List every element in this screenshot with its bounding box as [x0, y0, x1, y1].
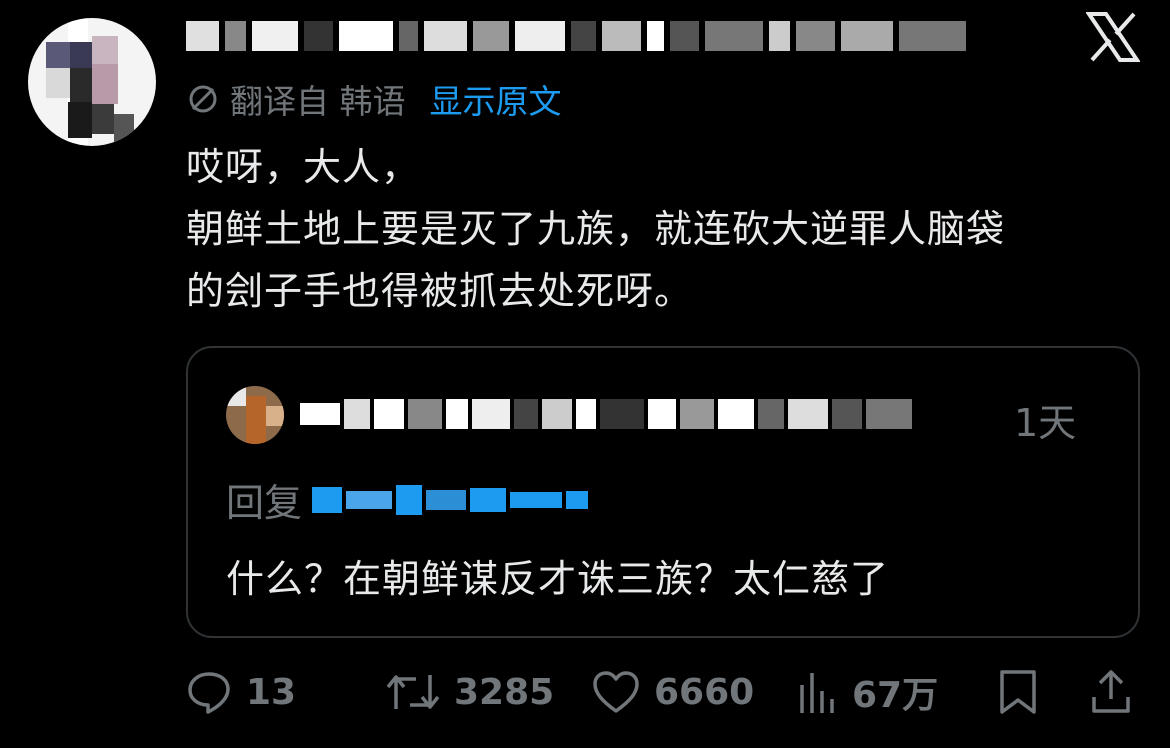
translated-from-label: 翻译自 韩语 — [230, 82, 406, 121]
reply-icon — [188, 672, 230, 714]
retweet-icon — [386, 675, 440, 709]
tweet-action-bar: 13 3285 6660 67万 — [186, 664, 1136, 720]
author-header-redacted — [186, 14, 966, 58]
tweet-body-line: 哎呀，大人， — [186, 145, 421, 189]
views-button[interactable]: 67万 — [798, 664, 938, 720]
tweet-body-line: 的刽子手也得被抓去处死呀。 — [186, 269, 694, 313]
share-icon — [1092, 670, 1130, 713]
reply-prefix: 回复 — [226, 481, 303, 525]
like-button[interactable]: 6660 — [592, 664, 754, 720]
views-icon — [800, 673, 834, 713]
quoted-author-avatar[interactable] — [226, 386, 284, 444]
tweet-body-line: 朝鲜土地上要是灭了九族，就连砍大逆罪人脑袋 — [186, 207, 1006, 251]
bookmark-icon — [1000, 670, 1036, 714]
quoted-tweet[interactable]: 1天 回复 什么？在朝鲜谋反才诛三族？太仁慈了 — [186, 346, 1140, 638]
like-count: 6660 — [654, 671, 755, 713]
retweet-count: 3285 — [454, 671, 555, 713]
share-button[interactable] — [1090, 664, 1146, 720]
quoted-reply-line: 回复 — [226, 472, 589, 527]
bookmark-button[interactable] — [998, 664, 1052, 720]
reply-count: 13 — [246, 671, 297, 713]
x-logo-icon[interactable] — [1086, 12, 1140, 62]
quoted-tweet-text: 什么？在朝鲜谋反才诛三族？太仁慈了 — [226, 557, 890, 601]
quoted-timestamp[interactable]: 1天 — [1014, 392, 1076, 447]
translate-icon — [189, 85, 217, 113]
retweet-button[interactable]: 3285 — [386, 664, 554, 720]
like-icon — [593, 671, 639, 713]
views-count: 67万 — [852, 675, 939, 716]
translation-row: 翻译自 韩语 显示原文 — [186, 76, 562, 122]
mention-link-redacted[interactable] — [312, 484, 589, 515]
reply-button[interactable]: 13 — [186, 664, 296, 720]
quoted-author-header-redacted — [300, 392, 990, 436]
show-original-link[interactable]: 显示原文 — [430, 75, 562, 123]
tweet-body: 哎呀，大人， 朝鲜土地上要是灭了九族，就连砍大逆罪人脑袋 的刽子手也得被抓去处死… — [186, 136, 1146, 322]
author-avatar[interactable] — [28, 18, 156, 146]
